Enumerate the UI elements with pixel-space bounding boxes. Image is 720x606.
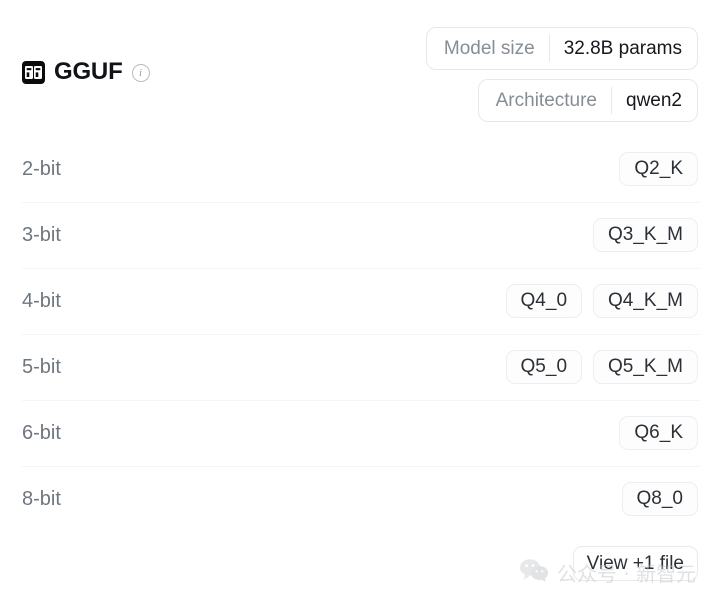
info-icon[interactable]: i xyxy=(131,64,150,82)
meta-value-model-size: 32.8B params xyxy=(563,37,682,59)
row-label-6-bit: 6-bit xyxy=(22,422,61,444)
footer: View +1 file xyxy=(572,546,698,581)
wechat-logo xyxy=(519,558,549,587)
title-block: GGUF i xyxy=(22,60,150,84)
table-row: 6-bit Q6_K xyxy=(0,400,720,466)
row-label-4-bit: 4-bit xyxy=(22,290,61,312)
quant-tag-q5-0[interactable]: Q5_0 xyxy=(505,350,583,384)
model-meta-pills: Model size 32.8B params Architecture qwe… xyxy=(425,27,698,122)
quant-tag-q6-k[interactable]: Q6_K xyxy=(619,416,698,450)
row-label-2-bit: 2-bit xyxy=(22,158,61,180)
quant-tag-q8-0[interactable]: Q8_0 xyxy=(621,482,698,516)
quant-tag-q5-k-m[interactable]: Q5_K_M xyxy=(593,350,698,384)
quantization-row-list: 2-bit Q2_K 3-bit Q3_K_M 4-bit Q4_0 Q4_K_… xyxy=(0,136,720,532)
meta-key-model-size: Model size xyxy=(443,37,535,59)
table-row: 8-bit Q8_0 xyxy=(0,466,720,532)
quant-tag-q4-k-m[interactable]: Q4_K_M xyxy=(593,284,698,318)
row-tags: Q2_K xyxy=(619,152,698,186)
quant-tag-q4-0[interactable]: Q4_0 xyxy=(505,284,583,318)
row-label-8-bit: 8-bit xyxy=(22,488,61,510)
table-row: 5-bit Q5_0 Q5_K_M xyxy=(0,334,720,400)
quant-tag-q2-k[interactable]: Q2_K xyxy=(619,152,698,186)
row-tags: Q5_0 Q5_K_M xyxy=(505,350,698,384)
quant-tag-q3-k-m[interactable]: Q3_K_M xyxy=(593,218,698,252)
meta-pill-model-size: Model size 32.8B params xyxy=(425,27,698,70)
meta-value-architecture: qwen2 xyxy=(626,89,682,111)
page-title: GGUF xyxy=(54,58,123,85)
gguf-format-icon xyxy=(22,60,45,84)
row-tags: Q3_K_M xyxy=(593,218,698,252)
row-label-3-bit: 3-bit xyxy=(22,224,61,246)
view-more-files-button[interactable]: View +1 file xyxy=(572,546,698,581)
meta-pill-architecture: Architecture qwen2 xyxy=(477,79,698,122)
panel-header: GGUF i Model size 32.8B params Architect… xyxy=(0,0,720,130)
gguf-quantization-panel: GGUF i Model size 32.8B params Architect… xyxy=(0,0,720,606)
row-tags: Q4_0 Q4_K_M xyxy=(505,284,698,318)
row-label-5-bit: 5-bit xyxy=(22,356,61,378)
row-tags: Q6_K xyxy=(619,416,698,450)
table-row: 3-bit Q3_K_M xyxy=(0,202,720,268)
row-tags: Q8_0 xyxy=(621,482,698,516)
meta-key-architecture: Architecture xyxy=(495,89,597,111)
table-row: 4-bit Q4_0 Q4_K_M xyxy=(0,268,720,334)
table-row: 2-bit Q2_K xyxy=(0,136,720,202)
